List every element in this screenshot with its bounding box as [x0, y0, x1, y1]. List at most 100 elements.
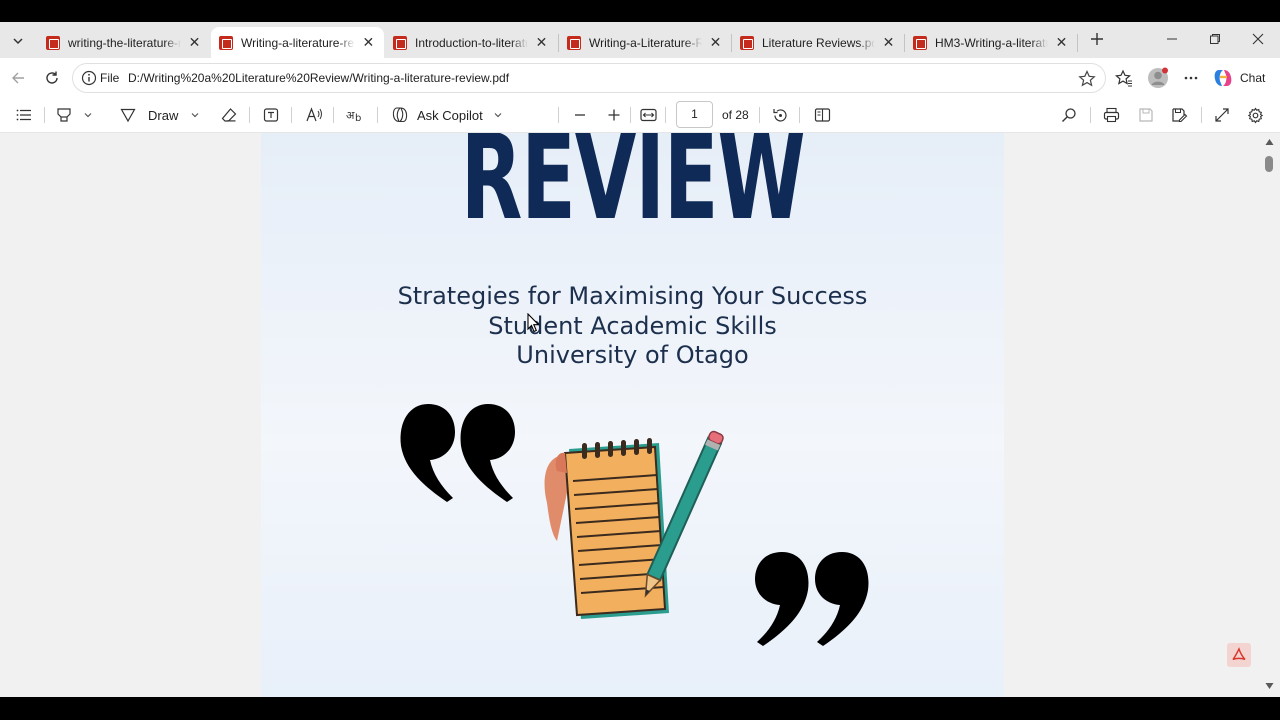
pdf-toolbar: Draw अb Ask Copilot 1 of 28	[0, 98, 1280, 133]
close-window-button[interactable]	[1247, 28, 1269, 50]
highlight-button[interactable]	[56, 104, 72, 126]
url-text[interactable]: D:/Writing%20a%20Literature%20Review/Wri…	[128, 71, 509, 85]
zoom-in-button[interactable]	[607, 104, 621, 126]
plus-icon	[608, 109, 620, 121]
close-icon[interactable]: ✕	[1054, 34, 1069, 51]
save-icon	[1139, 108, 1153, 122]
more-dots-icon	[1184, 76, 1198, 80]
chevron-down-icon	[84, 113, 92, 118]
tab-3[interactable]: Writing-a-Literature-Rev ✕	[559, 27, 731, 58]
notepad-pencil-illustration	[544, 430, 724, 619]
save-as-button[interactable]	[1171, 104, 1188, 126]
translate-button[interactable]: अb	[346, 104, 364, 126]
opening-quote-illustration	[400, 404, 515, 502]
acrobat-extension-button[interactable]	[1227, 643, 1251, 667]
info-icon[interactable]	[81, 70, 97, 86]
minimize-icon	[1167, 38, 1177, 40]
scroll-down-arrow-icon[interactable]	[1265, 682, 1274, 690]
erase-button[interactable]	[221, 104, 237, 126]
pdf-viewer-canvas[interactable]: REVIEW Strategies for Maximising Your Su…	[0, 133, 1280, 697]
gear-icon	[1247, 107, 1264, 123]
text-box-icon	[263, 108, 279, 122]
tab-0[interactable]: writing-the-literature-re ✕	[38, 27, 210, 58]
close-icon[interactable]: ✕	[534, 34, 549, 51]
copilot-outline-icon	[392, 107, 408, 123]
toolbar-divider	[665, 107, 666, 123]
toolbar-divider	[799, 107, 800, 123]
scroll-up-arrow-icon[interactable]	[1265, 138, 1274, 146]
address-bar[interactable]: File D:/Writing%20a%20Literature%20Revie…	[72, 63, 1106, 93]
page-view-button[interactable]	[814, 104, 831, 126]
close-icon[interactable]: ✕	[361, 34, 376, 51]
print-button[interactable]	[1103, 104, 1120, 126]
tab-2[interactable]: Introduction-to-literatur ✕	[385, 27, 557, 58]
find-button[interactable]	[1061, 104, 1077, 126]
toolbar-divider	[44, 107, 45, 123]
chevron-down-icon	[191, 113, 199, 118]
pdf-settings-button[interactable]	[1247, 104, 1264, 126]
page-count-label: of 28	[722, 108, 749, 122]
tab-actions-menu-button[interactable]	[6, 30, 30, 52]
draw-pen-icon	[120, 108, 136, 123]
avatar-icon	[1148, 67, 1168, 88]
add-text-button[interactable]	[263, 104, 279, 126]
zoom-out-button[interactable]	[573, 104, 587, 126]
pdf-page: REVIEW Strategies for Maximising Your Su…	[261, 133, 1004, 697]
highlight-options-button[interactable]	[83, 104, 93, 126]
contents-button[interactable]	[16, 104, 32, 126]
toolbar-divider	[759, 107, 760, 123]
back-button[interactable]	[7, 67, 29, 89]
save-as-icon	[1172, 108, 1188, 123]
toolbar-divider	[249, 107, 250, 123]
rotate-button[interactable]	[772, 104, 789, 126]
pdf-file-icon	[219, 35, 233, 50]
scrollbar-thumb[interactable]	[1265, 156, 1273, 172]
fit-to-width-button[interactable]	[640, 104, 657, 126]
tab-title: Writing-a-Literature-Rev	[589, 35, 702, 50]
settings-more-button[interactable]	[1180, 67, 1202, 89]
mouse-cursor-icon	[527, 313, 540, 333]
close-icon[interactable]: ✕	[708, 34, 723, 51]
browser-window: writing-the-literature-re ✕ Writing-a-li…	[0, 0, 1280, 720]
tab-title: Writing-a-literature-revi	[241, 35, 355, 50]
vertical-scrollbar[interactable]	[1262, 133, 1276, 697]
restore-button[interactable]	[1204, 28, 1226, 50]
document-subtitle-department: Student Academic Skills	[488, 312, 777, 340]
page-view-icon	[814, 108, 831, 122]
refresh-button[interactable]	[41, 67, 63, 89]
tab-1[interactable]: Writing-a-literature-revi ✕	[211, 27, 384, 58]
save-button[interactable]	[1138, 104, 1154, 126]
ask-copilot-label: Ask Copilot	[417, 107, 483, 123]
close-icon[interactable]: ✕	[881, 34, 896, 51]
pdf-file-icon	[913, 35, 927, 50]
pdf-file-icon	[46, 35, 60, 50]
page-number-input[interactable]: 1	[676, 101, 713, 128]
copilot-chat-button[interactable]: Chat	[1212, 64, 1265, 92]
favorites-button[interactable]	[1113, 67, 1135, 89]
tab-title: Introduction-to-literatur	[415, 35, 528, 50]
back-arrow-icon	[12, 72, 24, 84]
close-icon[interactable]: ✕	[187, 34, 202, 51]
ask-copilot-button[interactable]: Ask Copilot	[391, 104, 503, 126]
full-screen-button[interactable]	[1214, 104, 1230, 126]
svg-text:अ: अ	[346, 109, 355, 122]
new-tab-button[interactable]	[1086, 28, 1108, 50]
chevron-down-icon	[13, 38, 23, 45]
minimize-button[interactable]	[1161, 28, 1183, 50]
read-aloud-button[interactable]	[306, 104, 323, 126]
navigation-bar: File D:/Writing%20a%20Literature%20Revie…	[0, 58, 1280, 98]
search-icon	[1062, 108, 1076, 122]
favorite-star-icon[interactable]	[1077, 69, 1097, 89]
chevron-down-icon	[494, 113, 502, 118]
profile-button[interactable]	[1147, 67, 1169, 89]
copilot-icon	[1214, 70, 1232, 86]
favorites-icon	[1115, 69, 1132, 87]
chat-label: Chat	[1240, 71, 1266, 85]
draw-button[interactable]: Draw	[120, 104, 178, 126]
restore-icon	[1210, 34, 1220, 44]
rotate-icon	[773, 108, 787, 121]
tab-4[interactable]: Literature Reviews.pdf ✕	[732, 27, 904, 58]
tab-title: writing-the-literature-re	[68, 35, 181, 50]
tab-5[interactable]: HM3-Writing-a-literatur ✕	[905, 27, 1077, 58]
draw-options-button[interactable]	[190, 104, 200, 126]
